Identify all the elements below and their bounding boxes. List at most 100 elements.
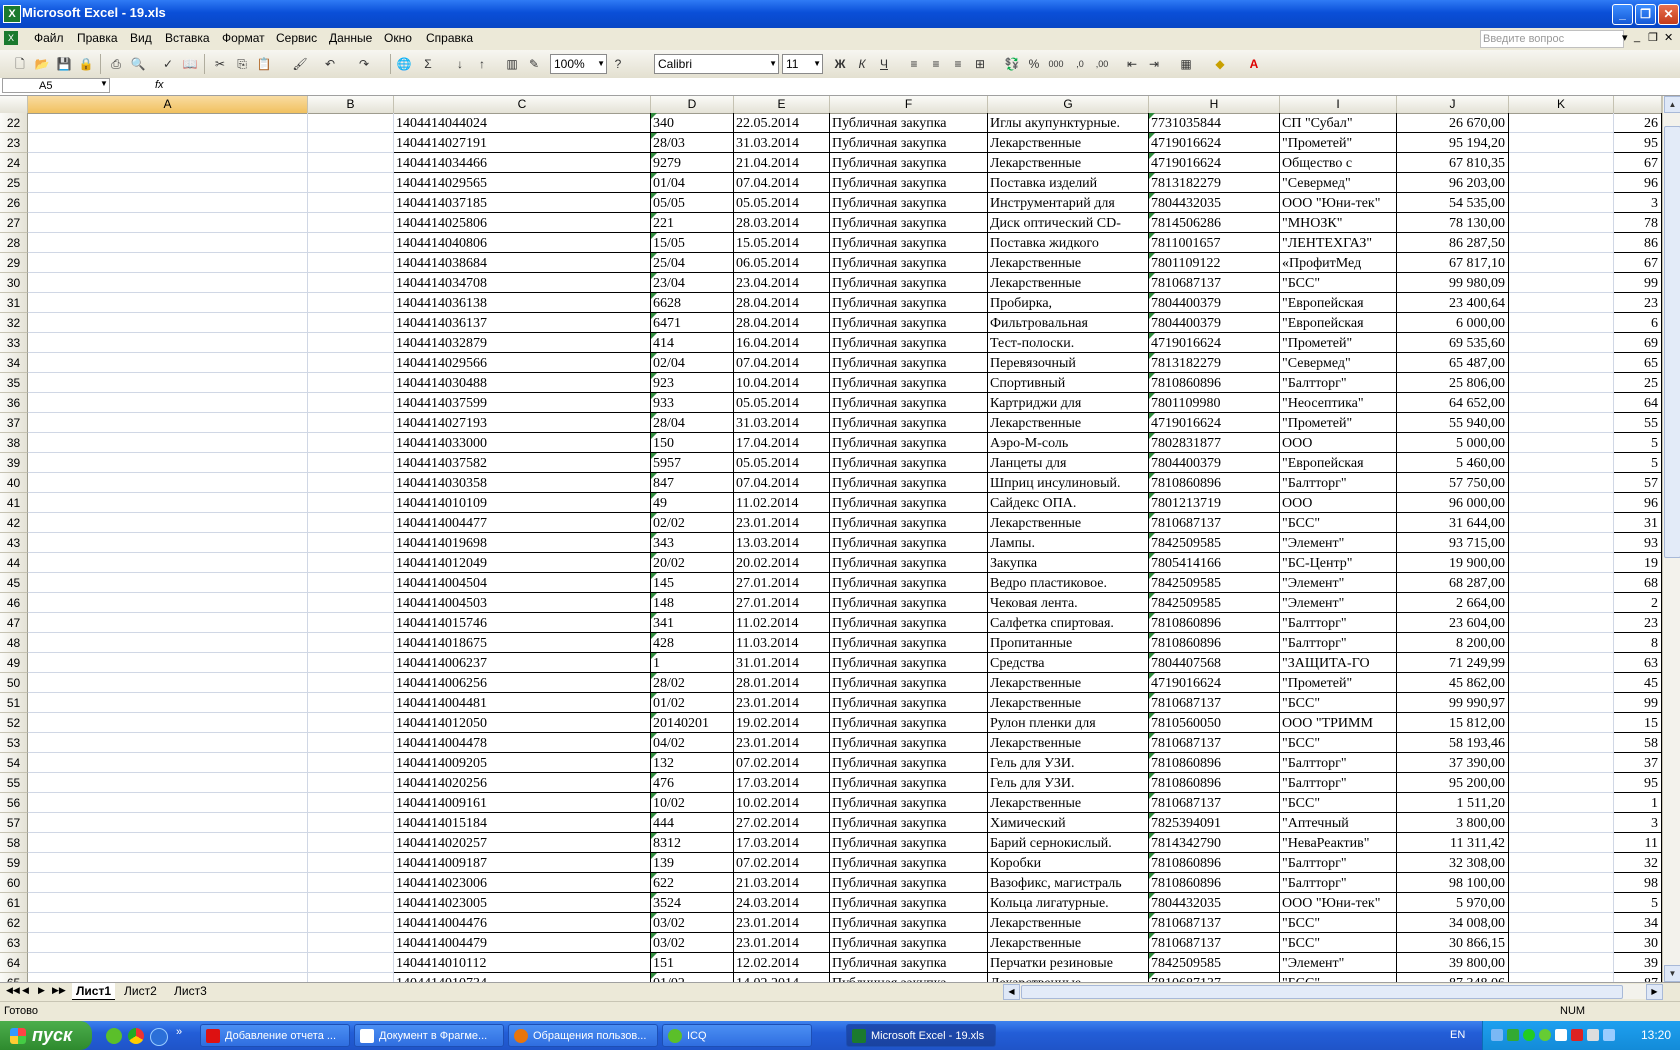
- cell[interactable]: 17.03.2014: [734, 773, 830, 793]
- cell[interactable]: [28, 413, 308, 433]
- cell[interactable]: 68 287,00: [1397, 573, 1509, 593]
- cell[interactable]: 03/02: [651, 933, 734, 953]
- cell[interactable]: [1509, 273, 1614, 293]
- quicklaunch-browser-icon[interactable]: [150, 1028, 168, 1046]
- cell[interactable]: 7813182279: [1149, 353, 1280, 373]
- cell[interactable]: 86: [1614, 233, 1662, 253]
- cell[interactable]: Публичная закупка: [830, 853, 988, 873]
- cell[interactable]: 10/02: [651, 793, 734, 813]
- cell[interactable]: "Европейская: [1280, 293, 1397, 313]
- cell[interactable]: 7810687137: [1149, 513, 1280, 533]
- cell[interactable]: [308, 593, 394, 613]
- cell[interactable]: "Элемент": [1280, 953, 1397, 973]
- cell[interactable]: 23.01.2014: [734, 913, 830, 933]
- cell[interactable]: [308, 153, 394, 173]
- scroll-up-icon[interactable]: ▲: [1664, 96, 1680, 113]
- cell[interactable]: Лекарственные: [988, 273, 1149, 293]
- row-header[interactable]: 57: [0, 813, 28, 833]
- tray-device-icon[interactable]: [1555, 1029, 1567, 1041]
- cell[interactable]: 23/04: [651, 273, 734, 293]
- cell[interactable]: 7804400379: [1149, 293, 1280, 313]
- task-opera[interactable]: Добавление отчета ...: [200, 1024, 350, 1047]
- column-header[interactable]: C: [394, 96, 651, 113]
- cell[interactable]: 28.04.2014: [734, 293, 830, 313]
- cell[interactable]: 95 200,00: [1397, 773, 1509, 793]
- cell[interactable]: Чековая лента.: [988, 593, 1149, 613]
- cell[interactable]: [308, 353, 394, 373]
- cell[interactable]: [308, 813, 394, 833]
- cell[interactable]: 07.04.2014: [734, 473, 830, 493]
- cell[interactable]: 1404414004478: [394, 733, 651, 753]
- cell[interactable]: 7810860896: [1149, 373, 1280, 393]
- row-header[interactable]: 55: [0, 773, 28, 793]
- cell[interactable]: 14.02.2014: [734, 973, 830, 982]
- cell[interactable]: 428: [651, 633, 734, 653]
- column-header[interactable]: B: [308, 96, 394, 113]
- cell[interactable]: [1509, 633, 1614, 653]
- cell[interactable]: [308, 793, 394, 813]
- tray-display-icon[interactable]: [1603, 1029, 1615, 1041]
- cell[interactable]: 4719016624: [1149, 413, 1280, 433]
- cell[interactable]: Публичная закупка: [830, 433, 988, 453]
- cell[interactable]: Публичная закупка: [830, 813, 988, 833]
- cell[interactable]: [1509, 813, 1614, 833]
- cell[interactable]: [28, 193, 308, 213]
- cell[interactable]: 49: [651, 493, 734, 513]
- cell[interactable]: 12.02.2014: [734, 953, 830, 973]
- cell[interactable]: Химический: [988, 813, 1149, 833]
- cell[interactable]: 7801109980: [1149, 393, 1280, 413]
- cell[interactable]: 23.01.2014: [734, 733, 830, 753]
- cell[interactable]: Ланцеты для: [988, 453, 1149, 473]
- cell[interactable]: 5 000,00: [1397, 433, 1509, 453]
- cell[interactable]: 96 000,00: [1397, 493, 1509, 513]
- cell[interactable]: [1509, 473, 1614, 493]
- cell[interactable]: 31.03.2014: [734, 413, 830, 433]
- menu-view[interactable]: Вид: [130, 31, 152, 45]
- column-header[interactable]: K: [1509, 96, 1614, 113]
- cell[interactable]: 7810687137: [1149, 913, 1280, 933]
- column-header[interactable]: H: [1149, 96, 1280, 113]
- cell[interactable]: Публичная закупка: [830, 973, 988, 982]
- cell[interactable]: [1509, 373, 1614, 393]
- cell[interactable]: 23 400,64: [1397, 293, 1509, 313]
- cell[interactable]: 3: [1614, 193, 1662, 213]
- cell[interactable]: Аэро-М-соль: [988, 433, 1149, 453]
- cell[interactable]: [1509, 253, 1614, 273]
- cell[interactable]: Пробирка,: [988, 293, 1149, 313]
- doc-dropdown-icon[interactable]: ▾: [1622, 31, 1628, 44]
- cell[interactable]: "Неосептика": [1280, 393, 1397, 413]
- cell[interactable]: [28, 693, 308, 713]
- cell[interactable]: [28, 273, 308, 293]
- cell[interactable]: [1509, 433, 1614, 453]
- cell[interactable]: 30 866,15: [1397, 933, 1509, 953]
- cell[interactable]: [308, 833, 394, 853]
- cell[interactable]: 45 862,00: [1397, 673, 1509, 693]
- cell[interactable]: 15.05.2014: [734, 233, 830, 253]
- cell[interactable]: "БСС": [1280, 273, 1397, 293]
- cell[interactable]: [308, 373, 394, 393]
- row-header[interactable]: 32: [0, 313, 28, 333]
- cell[interactable]: 7801109122: [1149, 253, 1280, 273]
- cell[interactable]: 95: [1614, 133, 1662, 153]
- cell[interactable]: 1404414004503: [394, 593, 651, 613]
- cell[interactable]: "ЗАЩИТА-ГО: [1280, 653, 1397, 673]
- select-all-corner[interactable]: [0, 96, 28, 113]
- row-header[interactable]: 50: [0, 673, 28, 693]
- cell[interactable]: Фильтровальная: [988, 313, 1149, 333]
- cell[interactable]: "Балтторг": [1280, 773, 1397, 793]
- cell[interactable]: [1509, 713, 1614, 733]
- column-header[interactable]: D: [651, 96, 734, 113]
- cell[interactable]: Лекарственные: [988, 513, 1149, 533]
- cell[interactable]: [1509, 213, 1614, 233]
- row-header[interactable]: 26: [0, 193, 28, 213]
- cell[interactable]: 1404414032879: [394, 333, 651, 353]
- cell[interactable]: "БСС": [1280, 793, 1397, 813]
- cell[interactable]: 23: [1614, 293, 1662, 313]
- cell[interactable]: 20.02.2014: [734, 553, 830, 573]
- format-painter-icon[interactable]: 🖌: [292, 56, 308, 72]
- cell[interactable]: [308, 873, 394, 893]
- cell[interactable]: 20/02: [651, 553, 734, 573]
- cell[interactable]: [28, 253, 308, 273]
- cell[interactable]: 1404414004476: [394, 913, 651, 933]
- cell[interactable]: 54 535,00: [1397, 193, 1509, 213]
